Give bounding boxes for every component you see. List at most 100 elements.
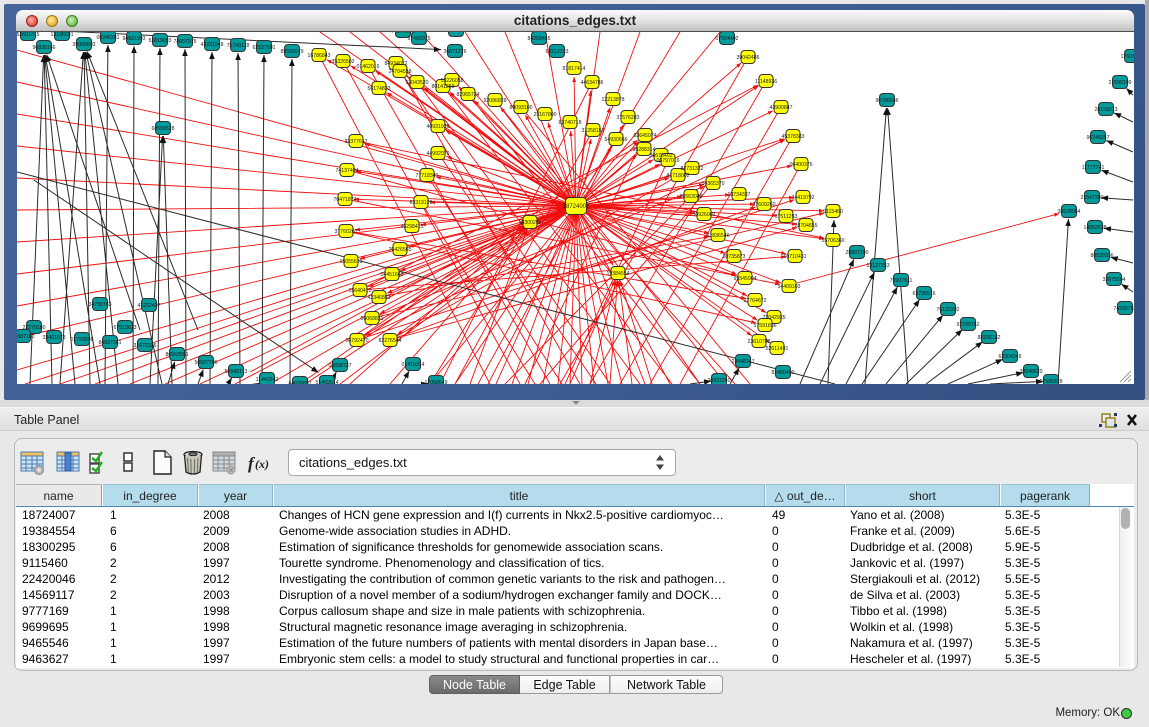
svg-text:(x): (x) [255, 457, 269, 471]
svg-text:72042935: 72042935 [762, 315, 785, 321]
svg-text:22279180: 22279180 [22, 325, 45, 331]
svg-text:62527601: 62527601 [252, 45, 275, 51]
svg-text:97299752: 97299752 [956, 322, 979, 328]
svg-text:21590109: 21590109 [1108, 80, 1131, 86]
svg-text:52601815: 52601815 [17, 32, 40, 38]
svg-text:44634786: 44634786 [580, 80, 603, 86]
svg-text:37576283: 37576283 [616, 115, 639, 121]
svg-text:81718002: 81718002 [666, 173, 689, 179]
svg-text:89093100: 89093100 [509, 105, 532, 111]
svg-text:58948113: 58948113 [225, 369, 248, 375]
svg-text:43900847: 43900847 [769, 105, 792, 111]
svg-text:28704655: 28704655 [794, 223, 817, 229]
svg-text:28807290: 28807290 [845, 250, 868, 256]
svg-text:74395755: 74395755 [1113, 306, 1134, 312]
svg-text:82450400: 82450400 [771, 370, 794, 376]
svg-text:58887180: 58887180 [17, 334, 35, 340]
svg-text:78657975: 78657975 [173, 39, 196, 45]
svg-text:54930666: 54930666 [604, 137, 627, 143]
svg-text:63319128: 63319128 [409, 200, 432, 206]
svg-text:01419314: 01419314 [401, 362, 424, 368]
svg-text:36671276: 36671276 [443, 49, 466, 55]
svg-text:11777741: 11777741 [1082, 165, 1105, 171]
svg-text:88539336: 88539336 [1090, 253, 1113, 259]
svg-text:17058649: 17058649 [424, 380, 447, 384]
svg-text:04451669: 04451669 [380, 272, 403, 278]
svg-text:37760207: 37760207 [334, 229, 357, 235]
svg-text:08246281: 08246281 [96, 35, 119, 41]
svg-text:71147104: 71147104 [392, 32, 415, 35]
svg-text:29170342: 29170342 [444, 32, 467, 34]
svg-text:55706360: 55706360 [821, 238, 844, 244]
svg-text:79907511: 79907511 [890, 278, 913, 284]
svg-text:41252427: 41252427 [137, 303, 160, 309]
svg-text:54409103: 54409103 [777, 284, 800, 290]
svg-text:52611491: 52611491 [766, 346, 789, 352]
svg-text:18724007: 18724007 [563, 204, 590, 210]
svg-text:17603137: 17603137 [1120, 54, 1134, 60]
svg-text:13226058: 13226058 [440, 78, 463, 84]
svg-text:90786666: 90786666 [875, 98, 898, 104]
svg-text:95545904: 95545904 [733, 276, 756, 282]
svg-text:51402614: 51402614 [315, 380, 338, 384]
svg-text:90830166: 90830166 [32, 45, 55, 51]
svg-text:89555979: 89555979 [280, 49, 303, 55]
svg-text:16786843: 16786843 [307, 53, 330, 59]
svg-text:86563551: 86563551 [165, 352, 188, 358]
svg-text:87731322: 87731322 [680, 166, 703, 172]
svg-text:51819093: 51819093 [148, 38, 171, 44]
svg-text:11440242: 11440242 [256, 377, 279, 383]
svg-text:23448347: 23448347 [731, 359, 754, 365]
svg-text:11148936: 11148936 [755, 79, 777, 85]
svg-text:74137484: 74137484 [335, 168, 358, 174]
svg-text:84268465: 84268465 [527, 36, 550, 42]
svg-text:28159013: 28159013 [1094, 107, 1117, 113]
svg-text:53043520: 53043520 [405, 80, 428, 86]
svg-text:76426565: 76426565 [388, 247, 411, 253]
svg-text:34788783: 34788783 [88, 302, 111, 308]
svg-text:39042486: 39042486 [736, 55, 759, 61]
svg-text:64628897: 64628897 [288, 381, 311, 384]
svg-text:07924402: 07924402 [715, 36, 738, 42]
svg-text:15640410: 15640410 [348, 288, 371, 294]
svg-text:14365370: 14365370 [701, 181, 724, 187]
svg-text:13186091: 13186091 [50, 32, 73, 38]
svg-text:81817414: 81817414 [562, 66, 585, 72]
svg-text:83645074: 83645074 [633, 133, 656, 139]
svg-text:88200182: 88200182 [977, 335, 1000, 341]
svg-text:31672326: 31672326 [133, 343, 156, 349]
svg-text:84934072: 84934072 [384, 61, 407, 67]
svg-text:06792470: 06792470 [345, 338, 368, 344]
svg-text:43231948: 43231948 [200, 42, 223, 48]
svg-text:40931925: 40931925 [426, 124, 449, 130]
svg-text:15055613: 15055613 [339, 259, 362, 265]
svg-text:63726516: 63726516 [912, 291, 935, 297]
svg-text:39099603: 39099603 [72, 42, 95, 48]
svg-text:14852538: 14852538 [1083, 225, 1106, 231]
svg-text:77718341: 77718341 [415, 173, 438, 179]
svg-text:61836546: 61836546 [706, 233, 729, 239]
svg-text:34419792: 34419792 [791, 195, 814, 201]
svg-text:10735873: 10735873 [722, 254, 745, 260]
svg-text:67511253: 67511253 [775, 214, 798, 220]
svg-text:83740718: 83740718 [558, 120, 581, 126]
svg-text:82276544: 82276544 [378, 338, 401, 344]
svg-text:19384554: 19384554 [606, 271, 629, 277]
svg-text:45378383: 45378383 [781, 134, 804, 140]
svg-text:39548620: 39548620 [1019, 369, 1042, 375]
svg-text:96245957: 96245957 [1086, 135, 1109, 141]
svg-text:12213878: 12213878 [601, 97, 624, 103]
svg-text:06400376: 06400376 [789, 162, 812, 168]
svg-text:33377617: 33377617 [344, 139, 367, 145]
svg-text:20831240: 20831240 [707, 378, 730, 384]
svg-text:82965724: 82965724 [456, 92, 479, 98]
svg-text:94821993: 94821993 [122, 36, 145, 42]
svg-text:38528084: 38528084 [1057, 209, 1080, 215]
svg-text:21547280: 21547280 [1080, 195, 1103, 201]
svg-text:68599528: 68599528 [151, 126, 174, 132]
svg-text:84837261: 84837261 [98, 340, 121, 346]
svg-text:31258153: 31258153 [581, 128, 604, 134]
svg-text:50587706: 50587706 [194, 360, 217, 366]
svg-text:56563048: 56563048 [679, 194, 702, 200]
svg-text:97465075: 97465075 [407, 36, 430, 42]
